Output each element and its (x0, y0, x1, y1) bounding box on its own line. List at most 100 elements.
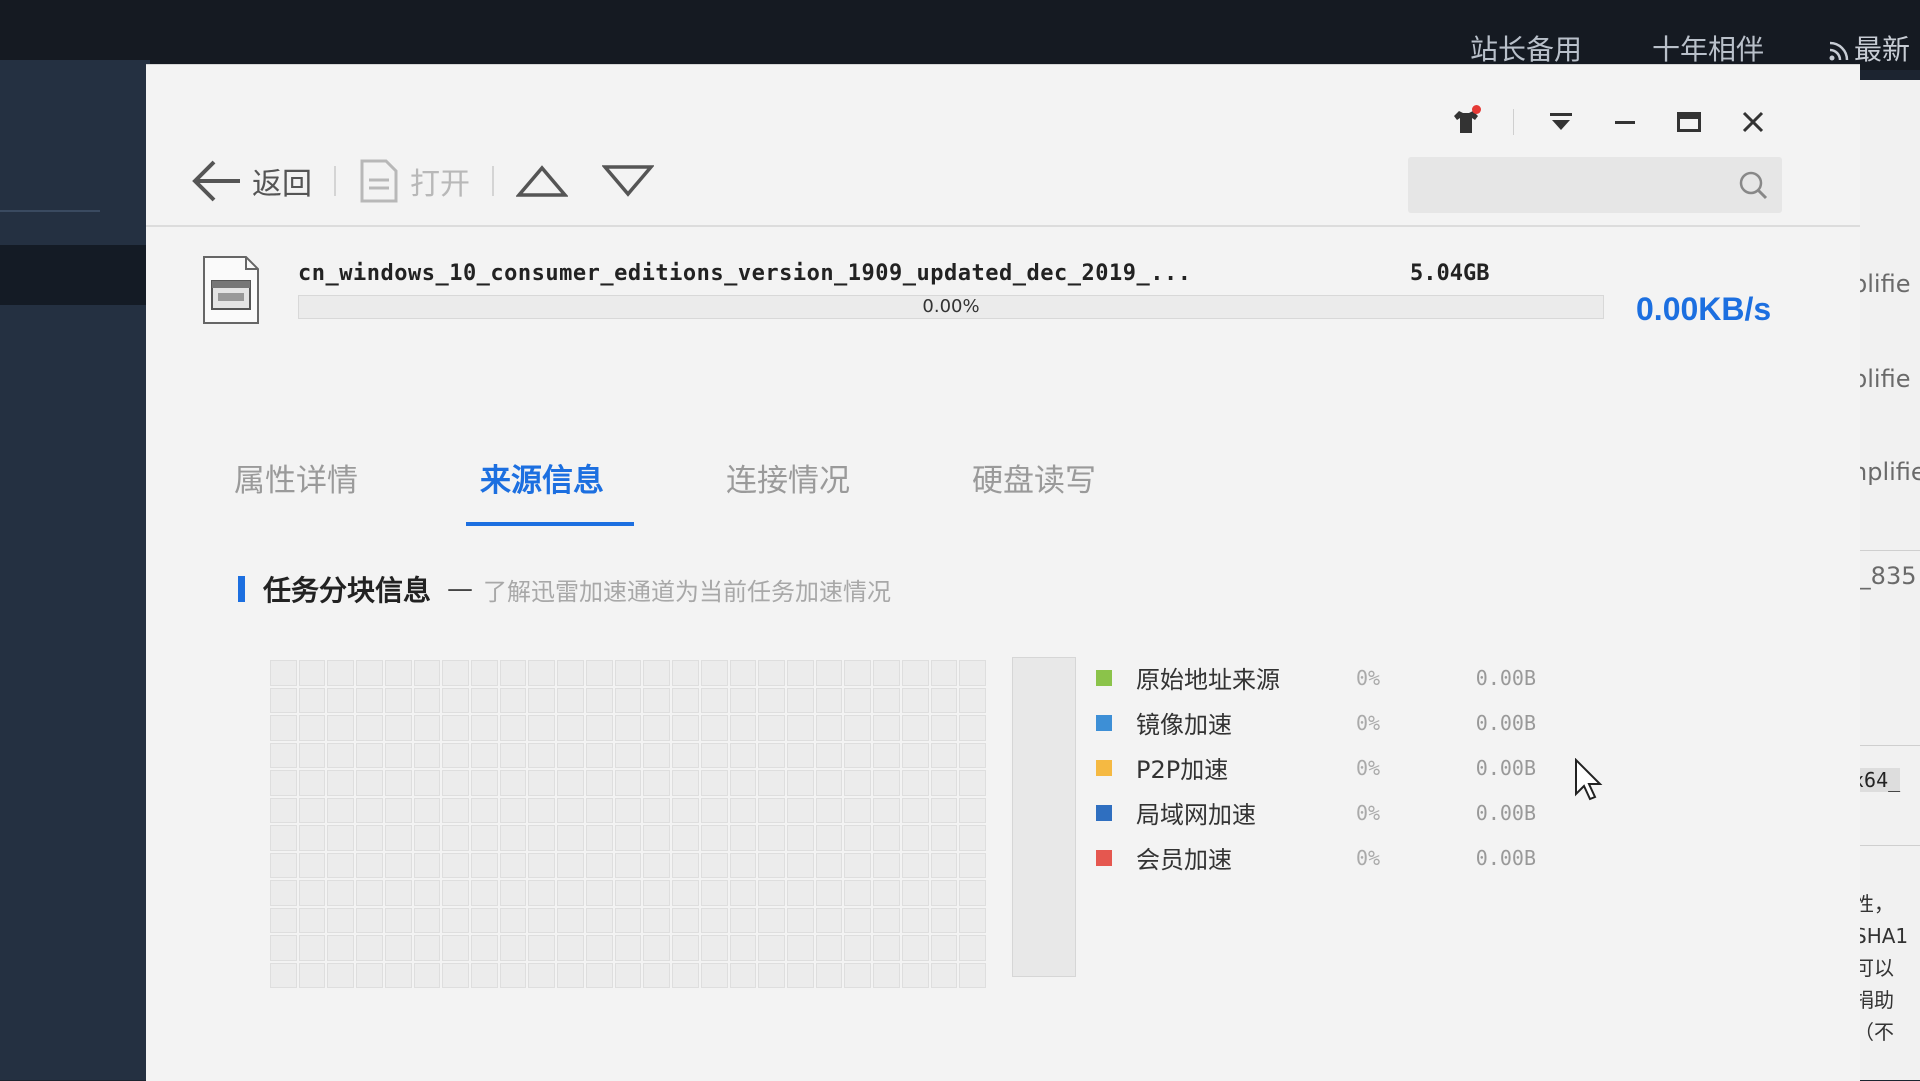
menu-button[interactable] (1544, 105, 1578, 139)
block-cell (298, 825, 326, 851)
block-cell (844, 660, 872, 686)
search-input[interactable] (1418, 157, 1722, 215)
block-cell (901, 770, 929, 796)
block-cell (585, 770, 613, 796)
block-cell (356, 742, 383, 768)
search-icon[interactable] (1738, 170, 1768, 200)
block-cell (901, 962, 929, 988)
block-cell (384, 687, 412, 713)
task-summary: cn_windows_10_consumer_editions_version_… (202, 255, 1782, 365)
block-cell (327, 962, 355, 988)
block-cell (643, 687, 671, 713)
block-cell (672, 715, 699, 741)
block-cell (384, 852, 412, 878)
block-cell (356, 935, 383, 961)
block-cell (585, 660, 613, 686)
tab-properties[interactable]: 属性详情 (234, 455, 480, 526)
minimize-button[interactable] (1608, 105, 1642, 139)
block-cell (729, 852, 757, 878)
mouse-cursor-icon (1575, 758, 1603, 801)
background-text: plifie (1852, 365, 1911, 393)
background-nav-item-latest[interactable]: 最新 (1828, 28, 1910, 68)
block-cell (672, 935, 699, 961)
section-marker (238, 576, 245, 602)
legend-bytes: 0.00B (1475, 800, 1536, 825)
block-cell (528, 880, 556, 906)
move-down-button[interactable] (602, 164, 654, 198)
block-cell (413, 687, 441, 713)
block-cell (815, 687, 843, 713)
block-cell (786, 770, 814, 796)
block-cell (672, 880, 699, 906)
block-cell (557, 770, 584, 796)
open-button[interactable]: 打开 (358, 158, 470, 204)
block-cell (442, 907, 470, 933)
close-button[interactable] (1736, 105, 1770, 139)
block-cell (729, 715, 757, 741)
background-nav-item[interactable]: 十年相伴 (1652, 28, 1764, 68)
block-cell (729, 742, 757, 768)
block-cell (672, 962, 699, 988)
background-text: nplifie (1852, 458, 1920, 486)
block-cell (442, 715, 470, 741)
legend-swatch (1096, 714, 1112, 731)
block-cell (327, 660, 355, 686)
tab-source-info[interactable]: 来源信息 (466, 455, 726, 526)
background-nav-item[interactable]: 站长备用 (1470, 28, 1582, 68)
block-cell (528, 935, 556, 961)
block-cell (672, 660, 699, 686)
block-cell (873, 770, 900, 796)
legend-swatch (1096, 849, 1112, 866)
block-cell (614, 797, 642, 823)
download-speed: 0.00KB/s (1636, 291, 1772, 327)
block-cell (557, 962, 584, 988)
block-cell (528, 660, 556, 686)
block-cell (471, 880, 498, 906)
block-cell (700, 852, 728, 878)
block-cell (298, 797, 326, 823)
block-cell (700, 962, 728, 988)
back-button[interactable]: 返回 (190, 158, 312, 204)
block-cell (298, 687, 326, 713)
block-cell (327, 797, 355, 823)
maximize-button[interactable] (1672, 105, 1706, 139)
block-cell (786, 935, 814, 961)
legend-label: 局域网加速 (1136, 801, 1256, 829)
tab-connections[interactable]: 连接情况 (726, 455, 972, 526)
block-cell (270, 852, 297, 878)
block-cell (758, 742, 785, 768)
section-description: 了解迅雷加速通道为当前任务加速情况 (483, 577, 892, 606)
tab-disk-io[interactable]: 硬盘读写 (972, 455, 1218, 526)
block-cell (384, 880, 412, 906)
move-up-button[interactable] (516, 164, 568, 198)
block-cell (844, 715, 872, 741)
block-cell (758, 797, 785, 823)
skin-button[interactable] (1449, 105, 1483, 139)
block-cell (815, 715, 843, 741)
block-cell (356, 797, 383, 823)
block-cell (356, 687, 383, 713)
block-cell (384, 825, 412, 851)
block-cell (643, 880, 671, 906)
block-cell (356, 852, 383, 878)
notification-dot (1472, 105, 1481, 114)
legend-label: 原始地址来源 (1136, 666, 1280, 694)
block-cell (557, 742, 584, 768)
block-cell (499, 770, 527, 796)
block-cell (298, 715, 326, 741)
block-cell (901, 907, 929, 933)
block-cell (356, 715, 383, 741)
block-cell (959, 687, 986, 713)
block-cell (873, 660, 900, 686)
block-cell (471, 852, 498, 878)
block-cell (815, 935, 843, 961)
active-tab-indicator (466, 522, 634, 526)
block-cell (930, 825, 958, 851)
block-cell (413, 715, 441, 741)
block-cell (585, 825, 613, 851)
block-cell (959, 852, 986, 878)
block-cell (413, 935, 441, 961)
block-cell (930, 797, 958, 823)
legend-percent: 0% (1356, 665, 1381, 690)
block-cell (643, 852, 671, 878)
